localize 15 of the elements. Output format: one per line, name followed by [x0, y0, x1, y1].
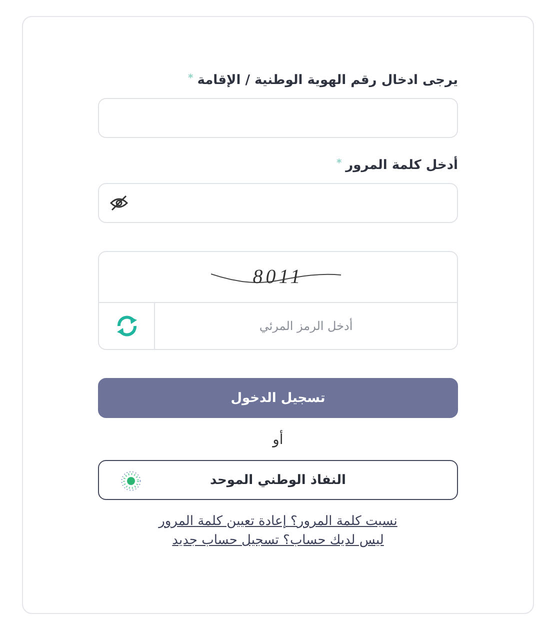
required-mark: * — [336, 158, 342, 169]
refresh-icon[interactable] — [114, 315, 138, 337]
field-label: يرجى ادخال رقم الهوية الوطنية / الإقامة — [197, 73, 458, 88]
login-button[interactable]: تسجيل الدخول — [98, 378, 458, 418]
link[interactable]: نسيت كلمة المرور؟ إعادة تعيين كلمة المرور — [158, 514, 398, 529]
fingerprint-dots-icon — [121, 471, 141, 491]
eye-slash-icon[interactable] — [109, 195, 129, 211]
nafath-button[interactable]: النفاذ الوطني الموحد — [98, 460, 458, 500]
required-mark: * — [188, 73, 194, 84]
input-field[interactable] — [98, 183, 458, 223]
link[interactable]: ليس لديك حساب؟ تسجيل حساب جديد — [172, 533, 384, 548]
field-label: أدخل كلمة المرور — [346, 158, 458, 173]
input-field[interactable] — [98, 98, 458, 138]
separator-text: أو — [272, 432, 284, 448]
placeholder-text: أدخل الرمز المرئي — [259, 319, 353, 333]
